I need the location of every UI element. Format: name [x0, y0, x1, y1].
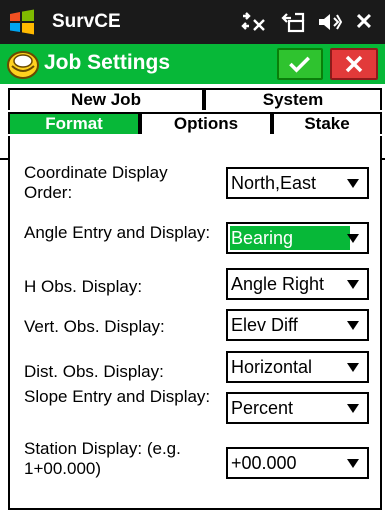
select-value: +00.000	[231, 453, 297, 473]
tab-system[interactable]: System	[204, 88, 382, 110]
dropdown-arrow-icon	[347, 321, 359, 330]
ok-button[interactable]	[277, 48, 323, 80]
dist-obs-display-label: Dist. Obs. Display:	[24, 362, 164, 381]
close-icon[interactable]: ✕	[352, 10, 376, 34]
dropdown-arrow-icon	[347, 363, 359, 372]
select-value: Horizontal	[231, 357, 313, 377]
os-app-title: SurvCE	[52, 11, 121, 32]
select-value: Elev Diff	[231, 315, 298, 335]
select-value: Bearing	[231, 228, 294, 248]
angle-entry-label: Angle Entry and Display:	[24, 223, 211, 242]
os-title-bar: SurvCE ✕	[0, 0, 385, 44]
tab-stake[interactable]: Stake	[272, 112, 382, 134]
tab-new-job[interactable]: New Job	[8, 88, 204, 110]
cancel-button[interactable]	[330, 48, 378, 80]
tab-format[interactable]: Format	[8, 112, 140, 134]
coordinate-display-order-select[interactable]: North,East	[226, 167, 369, 199]
app-header: Job Settings	[0, 44, 385, 84]
job-settings-icon	[7, 51, 39, 79]
coordinate-display-order-label: Coordinate Display Order:	[24, 163, 168, 202]
slope-entry-select[interactable]: Percent	[226, 392, 369, 424]
checkmark-icon	[289, 56, 310, 73]
station-display-select[interactable]: +00.000	[226, 447, 369, 479]
dist-obs-display-select[interactable]: Horizontal	[226, 351, 369, 383]
close-x-icon	[345, 55, 363, 73]
vert-obs-display-select[interactable]: Elev Diff	[226, 309, 369, 341]
dropdown-arrow-icon	[347, 179, 359, 188]
station-display-label: Station Display: (e.g. 1+00.000)	[24, 439, 181, 478]
volume-icon[interactable]	[316, 10, 342, 34]
h-obs-display-select[interactable]: Angle Right	[226, 268, 369, 300]
h-obs-display-label: H Obs. Display:	[24, 277, 143, 296]
network-icon[interactable]	[281, 10, 307, 34]
select-value: Angle Right	[231, 274, 325, 294]
select-value: Percent	[231, 398, 294, 418]
vert-obs-display-label: Vert. Obs. Display:	[24, 317, 165, 336]
tab-options[interactable]: Options	[140, 112, 272, 134]
dropdown-arrow-icon	[347, 404, 359, 413]
windows-logo-icon[interactable]	[8, 8, 36, 36]
dropdown-arrow-icon	[347, 280, 359, 289]
slope-entry-label: Slope Entry and Display:	[24, 387, 211, 406]
angle-entry-select[interactable]: Bearing	[226, 222, 369, 254]
select-value: North,East	[231, 173, 317, 193]
page-title: Job Settings	[44, 51, 171, 74]
dropdown-arrow-icon	[347, 234, 359, 243]
dropdown-arrow-icon	[347, 459, 359, 468]
sync-icon[interactable]	[240, 10, 268, 34]
